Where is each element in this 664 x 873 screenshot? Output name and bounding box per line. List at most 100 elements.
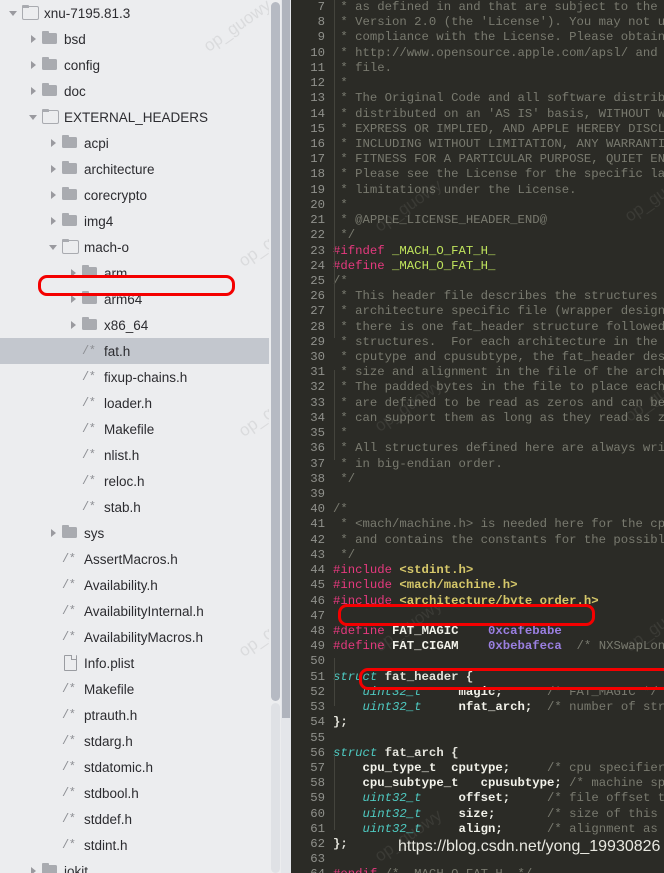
code-line-source[interactable]: * and contains the constants for the pos… [333,533,664,548]
tree-item-fixup-chains-h[interactable]: /* fixup-chains.h [0,364,281,390]
code-line-source[interactable]: * can support them as long as they read … [333,411,664,426]
tree-item-fat-h[interactable]: /* fat.h [0,338,281,364]
tree-item-reloc-h[interactable]: /* reloc.h [0,468,281,494]
code-line-source[interactable]: * [333,426,664,441]
code-line-source[interactable]: */ [333,472,664,487]
code-line-source[interactable]: struct fat_arch { [333,746,664,761]
code-line-source[interactable]: #define _MACH_O_FAT_H_ [333,259,664,274]
tree-item-makefile[interactable]: /* Makefile [0,676,281,702]
code-line-source[interactable]: #define FAT_CIGAM 0xbebafeca /* NXSwapLo… [333,639,664,654]
file-tree[interactable]: xnu-7195.81.3 bsd config doc EXTERNAL_HEADER… [0,0,281,873]
code-line-source[interactable]: cpu_subtype_t cpusubtype; /* machine spe [333,776,664,791]
chevron-right-icon[interactable] [68,312,81,338]
code-line-source[interactable]: * The Original Code and all software dis… [333,91,664,106]
tree-item-loader-h[interactable]: /* loader.h [0,390,281,416]
code-line-source[interactable]: * Version 2.0 (the 'License'). You may n… [333,15,664,30]
code-line-source[interactable]: #ifndef _MACH_O_FAT_H_ [333,244,664,259]
code-line-source[interactable]: * structures. For each architecture in t… [333,335,664,350]
code-line-source[interactable]: * The padded bytes in the file to place … [333,380,664,395]
code-line-source[interactable]: * in big-endian order. [333,457,664,472]
chevron-right-icon[interactable] [28,858,41,873]
code-line-source[interactable]: * FITNESS FOR A PARTICULAR PURPOSE, QUIE… [333,152,664,167]
tree-item-availabilitymacros-h[interactable]: /* AvailabilityMacros.h [0,624,281,650]
tree-item-sys[interactable]: sys [0,520,281,546]
sidebar-scrollbar-thumb[interactable] [271,2,280,701]
tree-item-config[interactable]: config [0,52,281,78]
code-line-source[interactable]: * [333,76,664,91]
code-line-source[interactable]: * there is one fat_header structure foll… [333,320,664,335]
tree-item-bsd[interactable]: bsd [0,26,281,52]
tree-item-info-plist[interactable]: Info.plist [0,650,281,676]
tree-item-arm64[interactable]: arm64 [0,286,281,312]
code-line-source[interactable]: uint32_t size; /* size of this ob [333,807,664,822]
code-line-source[interactable]: #define FAT_MAGIC 0xcafebabe [333,624,664,639]
tree-item-x86-64[interactable]: x86_64 [0,312,281,338]
code-line-source[interactable]: /* [333,274,664,289]
tree-item-assertmacros-h[interactable]: /* AssertMacros.h [0,546,281,572]
chevron-right-icon[interactable] [28,78,41,104]
tree-item-acpi[interactable]: acpi [0,130,281,156]
chevron-right-icon[interactable] [28,26,41,52]
code-line-source[interactable]: * distributed on an 'AS IS' basis, WITHO… [333,107,664,122]
tree-item-stdarg-h[interactable]: /* stdarg.h [0,728,281,754]
code-line-source[interactable]: #include <stdint.h> [333,563,664,578]
code-line-source[interactable]: * INCLUDING WITHOUT LIMITATION, ANY WARR… [333,137,664,152]
tree-item-stdint-h[interactable]: /* stdint.h [0,832,281,858]
tree-item-stab-h[interactable]: /* stab.h [0,494,281,520]
chevron-right-icon[interactable] [68,286,81,312]
chevron-right-icon[interactable] [48,182,61,208]
code-line-source[interactable]: */ [333,548,664,563]
code-line-source[interactable]: * cputype and cpusubtype, the fat_header… [333,350,664,365]
code-line-source[interactable]: /* [333,502,664,517]
tree-item-external-headers[interactable]: EXTERNAL_HEADERS [0,104,281,130]
chevron-right-icon[interactable] [48,520,61,546]
tree-item-stdbool-h[interactable]: /* stdbool.h [0,780,281,806]
tree-item-stdatomic-h[interactable]: /* stdatomic.h [0,754,281,780]
code-line-source[interactable]: uint32_t magic; /* FAT_MAGIC */ [333,685,664,700]
code-line-source[interactable]: * @APPLE_LICENSE_HEADER_END@ [333,213,664,228]
code-line-source[interactable]: struct fat_header { [333,670,664,685]
tree-item-availabilityinternal-h[interactable]: /* AvailabilityInternal.h [0,598,281,624]
chevron-down-icon[interactable] [8,0,21,26]
code-scroll-area[interactable]: 7 * as defined in and that are subject t… [291,0,664,873]
code-line-source[interactable]: * EXPRESS OR IMPLIED, AND APPLE HEREBY D… [333,122,664,137]
tree-item-availability-h[interactable]: /* Availability.h [0,572,281,598]
tree-item-stddef-h[interactable]: /* stddef.h [0,806,281,832]
code-text[interactable]: 7 * as defined in and that are subject t… [291,0,664,873]
code-line-source[interactable]: #include <mach/machine.h> [333,578,664,593]
tree-item-arm[interactable]: arm [0,260,281,286]
code-line-source[interactable]: * architecture specific file (wrapper de… [333,304,664,319]
code-line-source[interactable]: * compliance with the License. Please ob… [333,30,664,45]
code-line-source[interactable]: */ [333,228,664,243]
code-line-source[interactable]: }; [333,715,664,730]
chevron-right-icon[interactable] [68,260,81,286]
sidebar-scrollbar-tail[interactable] [271,703,280,873]
chevron-right-icon[interactable] [48,208,61,234]
editor-scrollbar-thumb[interactable] [282,0,290,718]
chevron-right-icon[interactable] [28,52,41,78]
chevron-right-icon[interactable] [48,130,61,156]
code-line-source[interactable]: * size and alignment in the file of the … [333,365,664,380]
code-line-source[interactable]: * limitations under the License. [333,183,664,198]
tree-item-doc[interactable]: doc [0,78,281,104]
code-line-source[interactable]: cpu_type_t cputype; /* cpu specifier [333,761,664,776]
code-line-source[interactable]: * are defined to be read as zeros and ca… [333,396,664,411]
code-line-source[interactable]: uint32_t align; /* alignment as a [333,822,664,837]
code-line-source[interactable]: * This header file describes the structu… [333,289,664,304]
tree-item-iokit[interactable]: iokit [0,858,281,873]
code-line-source[interactable]: uint32_t nfat_arch; /* number of struc [333,700,664,715]
code-line-source[interactable]: #endif /* _MACH_O_FAT_H_ */ [333,867,664,873]
code-line-source[interactable]: * <mach/machine.h> is needed here for th… [333,517,664,532]
tree-item-ptrauth-h[interactable]: /* ptrauth.h [0,702,281,728]
tree-item-nlist-h[interactable]: /* nlist.h [0,442,281,468]
code-line-source[interactable]: * file. [333,61,664,76]
code-line-source[interactable]: * http://www.opensource.apple.com/apsl/ … [333,46,664,61]
tree-item-corecrypto[interactable]: corecrypto [0,182,281,208]
tree-item-makefile[interactable]: /* Makefile [0,416,281,442]
chevron-right-icon[interactable] [48,156,61,182]
code-line-source[interactable]: #include <architecture/byte_order.h> [333,594,664,609]
code-line-source[interactable]: uint32_t offset; /* file offset to [333,791,664,806]
chevron-down-icon[interactable] [28,104,41,130]
code-line-source[interactable]: * [333,198,664,213]
code-line-source[interactable]: * Please see the License for the specifi… [333,167,664,182]
